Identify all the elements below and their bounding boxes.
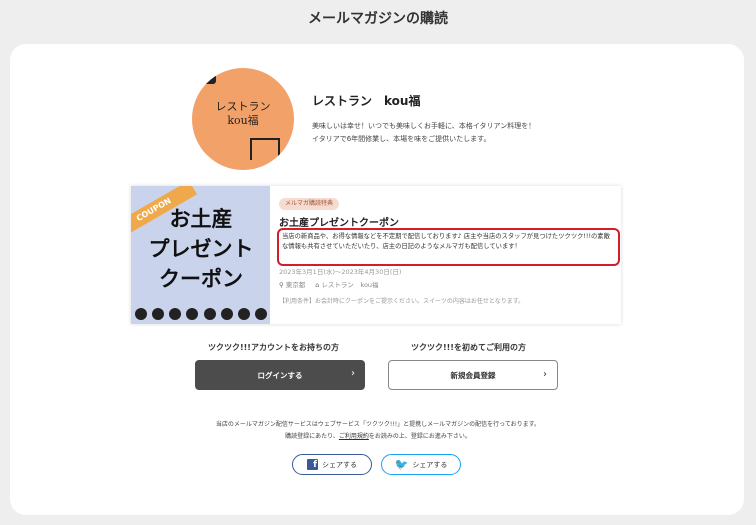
twitter-icon: 🐦 bbox=[394, 458, 409, 471]
twitter-share-label: シェアする bbox=[412, 460, 448, 469]
shop-name: レストラン kou福 bbox=[312, 94, 421, 108]
coupon-image-text-line2: プレゼント bbox=[148, 237, 254, 261]
shop-icon: ⌂ bbox=[315, 281, 320, 289]
page-title: メールマガジンの購読 bbox=[308, 11, 448, 27]
logo-decoration bbox=[202, 74, 216, 84]
coupon-shop: レストラン kou福 bbox=[321, 281, 379, 289]
shop-description-line1: 美味しいは幸せ！いつでも美味しくお手軽に、本格イタリアン料理を！ bbox=[312, 122, 536, 130]
notice-line1: 当店のメールマガジン配信サービスはウェブサービス「ツクツク!!!」と提携しメール… bbox=[215, 421, 541, 428]
logo-text: レストラン kou福 bbox=[192, 100, 294, 128]
twitter-share-button[interactable]: 🐦 シェアする bbox=[381, 454, 461, 475]
register-button-label: 新規会員登録 bbox=[450, 370, 496, 380]
coupon-card[interactable]: COUPON お土産 プレゼント クーポン メルマガ購読特典 お土産プレゼントク… bbox=[131, 186, 621, 324]
chevron-right-icon: › bbox=[543, 369, 547, 380]
notice-line2: 購読登録にあたり、ご利用規約をお読みの上、登録にお進み下さい。 bbox=[100, 431, 656, 443]
coupon-location: ⚲ 東京都 ⌂ レストラン kou福 bbox=[279, 279, 379, 289]
terms-link[interactable]: ご利用規約 bbox=[339, 433, 369, 440]
coupon-description: 当店の新商品や、お得な情報などを不定期で配信しております♪ 店主や当店のスタッフ… bbox=[277, 228, 620, 266]
login-button[interactable]: ログインする › bbox=[195, 360, 365, 390]
notice-line2-pre: 購読登録にあたり、 bbox=[285, 433, 339, 440]
facebook-icon: f bbox=[307, 459, 318, 470]
logo-text-line2: kou福 bbox=[227, 114, 259, 127]
facebook-share-button[interactable]: f シェアする bbox=[292, 454, 372, 475]
chevron-right-icon: › bbox=[351, 368, 355, 379]
logo-text-line1: レストラン bbox=[215, 100, 271, 113]
coupon-image-dots bbox=[135, 308, 267, 320]
coupon-image-text-line3: クーポン bbox=[159, 267, 243, 291]
facebook-share-label: シェアする bbox=[322, 460, 357, 469]
shop-description: 美味しいは幸せ！いつでも美味しくお手軽に、本格イタリアン料理を！ イタリアで6年… bbox=[312, 120, 592, 146]
shop-logo: レストラン kou福 bbox=[192, 68, 294, 170]
coupon-badge: メルマガ購読特典 bbox=[279, 198, 340, 210]
notice-line2-post: をお読みの上、登録にお進み下さい。 bbox=[368, 433, 471, 440]
shop-description-line2: イタリアで6年間修業し、本場を味をご提供いたします。 bbox=[312, 135, 491, 143]
coupon-image-text: お土産 プレゼント クーポン bbox=[135, 204, 267, 294]
coupon-title: お土産プレゼントクーポン bbox=[279, 218, 399, 229]
location-pin-icon: ⚲ bbox=[279, 281, 284, 289]
coupon-area: 東京都 bbox=[285, 281, 306, 289]
notice-text: 当店のメールマガジン配信サービスはウェブサービス「ツクツク!!!」と提携しメール… bbox=[100, 419, 656, 443]
logo-decoration bbox=[250, 138, 280, 160]
login-caption: ツクツク!!!アカウントをお持ちの方 bbox=[208, 343, 339, 352]
register-button[interactable]: 新規会員登録 › bbox=[388, 360, 558, 390]
coupon-image: COUPON お土産 プレゼント クーポン bbox=[131, 186, 270, 324]
login-button-label: ログインする bbox=[257, 370, 303, 380]
register-caption: ツクツク!!!を初めてご利用の方 bbox=[411, 343, 526, 352]
coupon-conditions: 【利用条件】お会計時にクーポンをご提示ください。スイーツの内容はお任せとなります… bbox=[279, 298, 525, 305]
coupon-period: 2023年3月1日(水)〜2023年4月30日(日) bbox=[279, 268, 402, 276]
coupon-image-text-line1: お土産 bbox=[169, 207, 233, 231]
